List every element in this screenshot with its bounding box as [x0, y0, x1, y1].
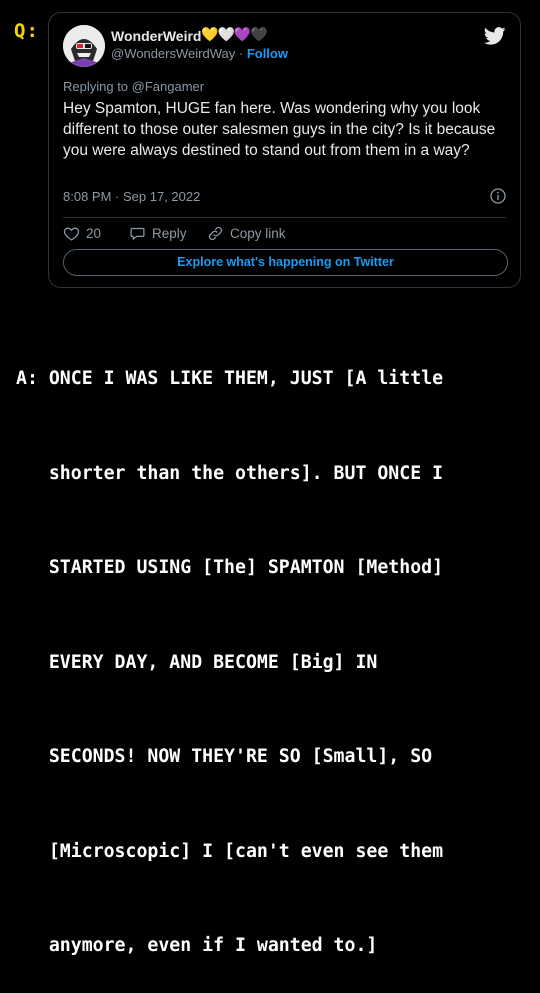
black-heart-icon: 🖤: [250, 26, 267, 42]
answer-line: STARTED USING [The] SPAMTON [Method]: [16, 557, 444, 578]
tweet-timestamp[interactable]: 8:08 PM · Sep 17, 2022: [63, 189, 200, 204]
avatar-image: [63, 25, 105, 67]
answer-line: shorter than the others]. BUT ONCE I: [16, 462, 444, 484]
replying-to[interactable]: Replying to @Fangamer: [63, 79, 204, 94]
explore-twitter-button[interactable]: Explore what's happening on Twitter: [63, 249, 508, 276]
answer-line: SECONDS! NOW THEY'RE SO [Small], SO: [16, 746, 433, 767]
copy-link-button[interactable]: Copy link: [207, 225, 286, 242]
like-button[interactable]: 20: [63, 225, 101, 242]
copy-link-label: Copy link: [230, 226, 286, 241]
answer-line: A: ONCE I WAS LIKE THEM, JUST [A little: [16, 368, 444, 389]
divider: [63, 217, 506, 218]
author-name[interactable]: WonderWeird: [111, 28, 202, 44]
embedded-tweet[interactable]: WonderWeird 💛🤍💜🖤 @WondersWeirdWay · Foll…: [48, 12, 521, 288]
white-heart-icon: 🤍: [217, 26, 234, 42]
tweet-text: Hey Spamton, HUGE fan here. Was wonderin…: [63, 100, 496, 159]
question-label: Q:: [14, 20, 39, 42]
avatar[interactable]: [63, 25, 105, 67]
answer-line: EVERY DAY, AND BECOME [Big] IN: [16, 651, 378, 673]
handle-row: @WondersWeirdWay · Follow: [111, 46, 288, 61]
link-icon: [208, 226, 223, 241]
yellow-heart-icon: 💛: [201, 26, 218, 42]
twitter-bird-icon[interactable]: [484, 27, 506, 45]
answer-line: anymore, even if I wanted to.]: [16, 935, 378, 956]
info-icon[interactable]: [490, 188, 506, 204]
purple-heart-icon: 💜: [233, 26, 251, 42]
author-handle[interactable]: @WondersWeirdWay: [111, 46, 235, 61]
follow-button[interactable]: Follow: [247, 46, 288, 61]
speech-bubble-icon: [130, 227, 145, 240]
answer-text: A: ONCE I WAS LIKE THEM, JUST [A little …: [16, 300, 534, 993]
separator-dot: ·: [238, 46, 244, 61]
author-emoji-hearts: 💛🤍💜🖤: [201, 26, 268, 43]
like-count: 20: [86, 226, 102, 241]
heart-outline-icon: [63, 227, 80, 241]
reply-label: Reply: [152, 226, 187, 241]
answer-line: [Microscopic] I [can't even see them: [16, 840, 444, 862]
reply-button[interactable]: Reply: [129, 225, 187, 242]
